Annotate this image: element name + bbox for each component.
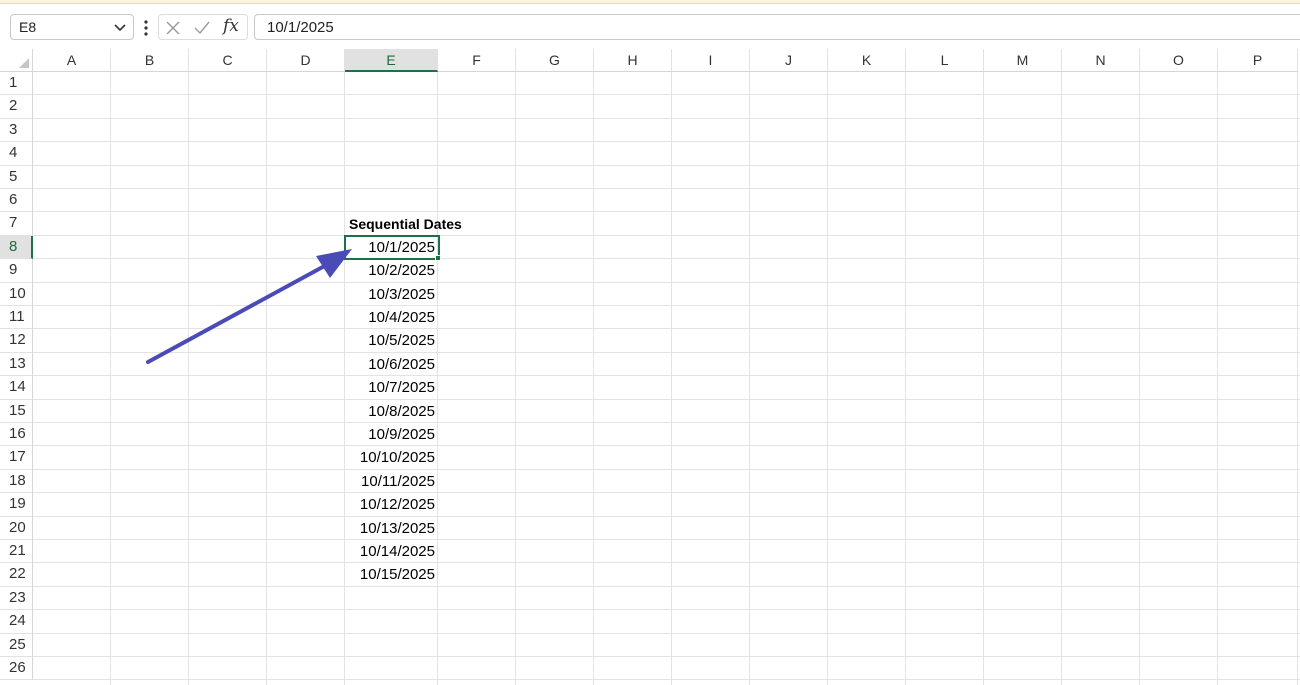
column-header-f[interactable]: F <box>438 49 516 72</box>
gridline-horizontal <box>33 398 1300 400</box>
row-header-26[interactable]: 26 <box>0 657 33 681</box>
column-header-g[interactable]: G <box>516 49 594 72</box>
cell-e13[interactable]: 10/6/2025 <box>346 354 435 376</box>
gridline-horizontal <box>33 164 1300 166</box>
cell-e22[interactable]: 10/15/2025 <box>346 564 435 586</box>
insert-function-icon[interactable]: fx <box>223 16 239 36</box>
gridline-horizontal <box>33 328 1300 330</box>
column-header-l[interactable]: L <box>906 49 984 72</box>
cell-e15[interactable]: 10/8/2025 <box>346 401 435 423</box>
row-header-16[interactable]: 16 <box>0 423 33 447</box>
cell-e20[interactable]: 10/13/2025 <box>346 518 435 540</box>
column-header-m[interactable]: M <box>984 49 1062 72</box>
row-header-23[interactable]: 23 <box>0 586 33 611</box>
row-header-10[interactable]: 10 <box>0 282 33 306</box>
gridline-horizontal <box>33 632 1300 634</box>
row-header-13[interactable]: 13 <box>0 352 33 377</box>
row-header-5[interactable]: 5 <box>0 165 33 189</box>
gridline-horizontal <box>33 375 1300 377</box>
chevron-down-icon[interactable] <box>111 18 129 36</box>
cell-e7-title[interactable]: Sequential Dates <box>349 213 462 235</box>
row-header-21[interactable]: 21 <box>0 540 33 564</box>
select-all-button[interactable] <box>0 49 33 72</box>
cell-e19[interactable]: 10/12/2025 <box>346 494 435 516</box>
row-header-19[interactable]: 19 <box>0 493 33 517</box>
gridline-horizontal <box>33 679 1300 681</box>
gridline-horizontal <box>33 211 1300 213</box>
gridline-horizontal <box>33 94 1300 96</box>
gridline-horizontal <box>33 515 1300 517</box>
cell-e18[interactable]: 10/11/2025 <box>346 471 435 493</box>
column-header-p[interactable]: P <box>1218 49 1298 72</box>
column-header-o[interactable]: O <box>1140 49 1218 72</box>
column-header-d[interactable]: D <box>267 49 345 72</box>
row-header-20[interactable]: 20 <box>0 516 33 540</box>
row-header-24[interactable]: 24 <box>0 610 33 634</box>
row-header-22[interactable]: 22 <box>0 563 33 587</box>
column-header-n[interactable]: N <box>1062 49 1140 72</box>
row-header-11[interactable]: 11 <box>0 306 33 330</box>
gridline-horizontal <box>33 445 1300 447</box>
cell-e17[interactable]: 10/10/2025 <box>346 447 435 469</box>
cell-e10[interactable]: 10/3/2025 <box>346 284 435 306</box>
gridline-horizontal <box>33 258 1300 260</box>
row-header-18[interactable]: 18 <box>0 469 33 494</box>
column-header-e[interactable]: E <box>345 49 438 72</box>
column-header-i[interactable]: I <box>672 49 750 72</box>
row-header-8[interactable]: 8 <box>0 235 33 260</box>
gridline-horizontal <box>33 656 1300 657</box>
column-header-c[interactable]: C <box>189 49 267 72</box>
column-header-b[interactable]: B <box>111 49 189 72</box>
more-options-icon[interactable] <box>142 19 150 37</box>
gridline-horizontal <box>33 585 1300 587</box>
row-header-17[interactable]: 17 <box>0 446 33 470</box>
row-header-3[interactable]: 3 <box>0 118 33 143</box>
cell-e21[interactable]: 10/14/2025 <box>346 541 435 563</box>
enter-check-icon[interactable] <box>193 20 211 36</box>
column-header-h[interactable]: H <box>594 49 672 72</box>
name-box-value: E8 <box>19 19 37 35</box>
cell-e11[interactable]: 10/4/2025 <box>346 307 435 329</box>
gridline-horizontal <box>33 609 1300 611</box>
row-header-14[interactable]: 14 <box>0 376 33 400</box>
gridline-horizontal <box>33 305 1300 306</box>
gridline-horizontal <box>33 539 1300 540</box>
gridline-horizontal <box>33 234 1300 236</box>
column-header-a[interactable]: A <box>33 49 111 72</box>
row-header-2[interactable]: 2 <box>0 95 33 119</box>
gridline-horizontal <box>33 141 1300 143</box>
active-cell-border <box>344 234 440 260</box>
column-header-j[interactable]: J <box>750 49 828 72</box>
row-header-25[interactable]: 25 <box>0 633 33 657</box>
column-header-k[interactable]: K <box>828 49 906 72</box>
window-top-strip <box>0 0 1300 4</box>
row-header-4[interactable]: 4 <box>0 142 33 166</box>
name-box[interactable]: E8 <box>10 14 134 40</box>
cell-e9[interactable]: 10/2/2025 <box>346 260 435 282</box>
formula-buttons: fx <box>158 14 248 40</box>
cancel-icon[interactable] <box>165 20 181 36</box>
gridline-horizontal <box>33 117 1300 119</box>
row-header-12[interactable]: 12 <box>0 329 33 353</box>
formula-input[interactable]: 10/1/2025 <box>254 14 1300 40</box>
row-header-15[interactable]: 15 <box>0 399 33 423</box>
cell-e16[interactable]: 10/9/2025 <box>346 424 435 446</box>
cell-e12[interactable]: 10/5/2025 <box>346 330 435 352</box>
formula-value: 10/1/2025 <box>267 19 334 36</box>
gridline-horizontal <box>33 188 1300 189</box>
gridline-horizontal <box>33 492 1300 494</box>
row-header-9[interactable]: 9 <box>0 259 33 283</box>
gridline-horizontal <box>33 281 1300 283</box>
worksheet-grid[interactable]: A B C D E F G H I J K L M N O P 1 2 3 4 5 6 7 8 9 10 11 12 13 14 15 16 1… <box>0 49 1300 685</box>
row-header-1[interactable]: 1 <box>0 72 33 96</box>
formula-bar-area: E8 fx 10/1/2025 <box>0 5 1300 45</box>
gridline-horizontal <box>33 562 1300 564</box>
gridline-horizontal <box>33 351 1300 353</box>
row-header-7[interactable]: 7 <box>0 212 33 236</box>
gridline-horizontal <box>33 422 1300 423</box>
row-header-6[interactable]: 6 <box>0 189 33 213</box>
gridline-horizontal <box>33 468 1300 470</box>
fill-handle[interactable] <box>435 255 441 262</box>
cell-e14[interactable]: 10/7/2025 <box>346 377 435 399</box>
